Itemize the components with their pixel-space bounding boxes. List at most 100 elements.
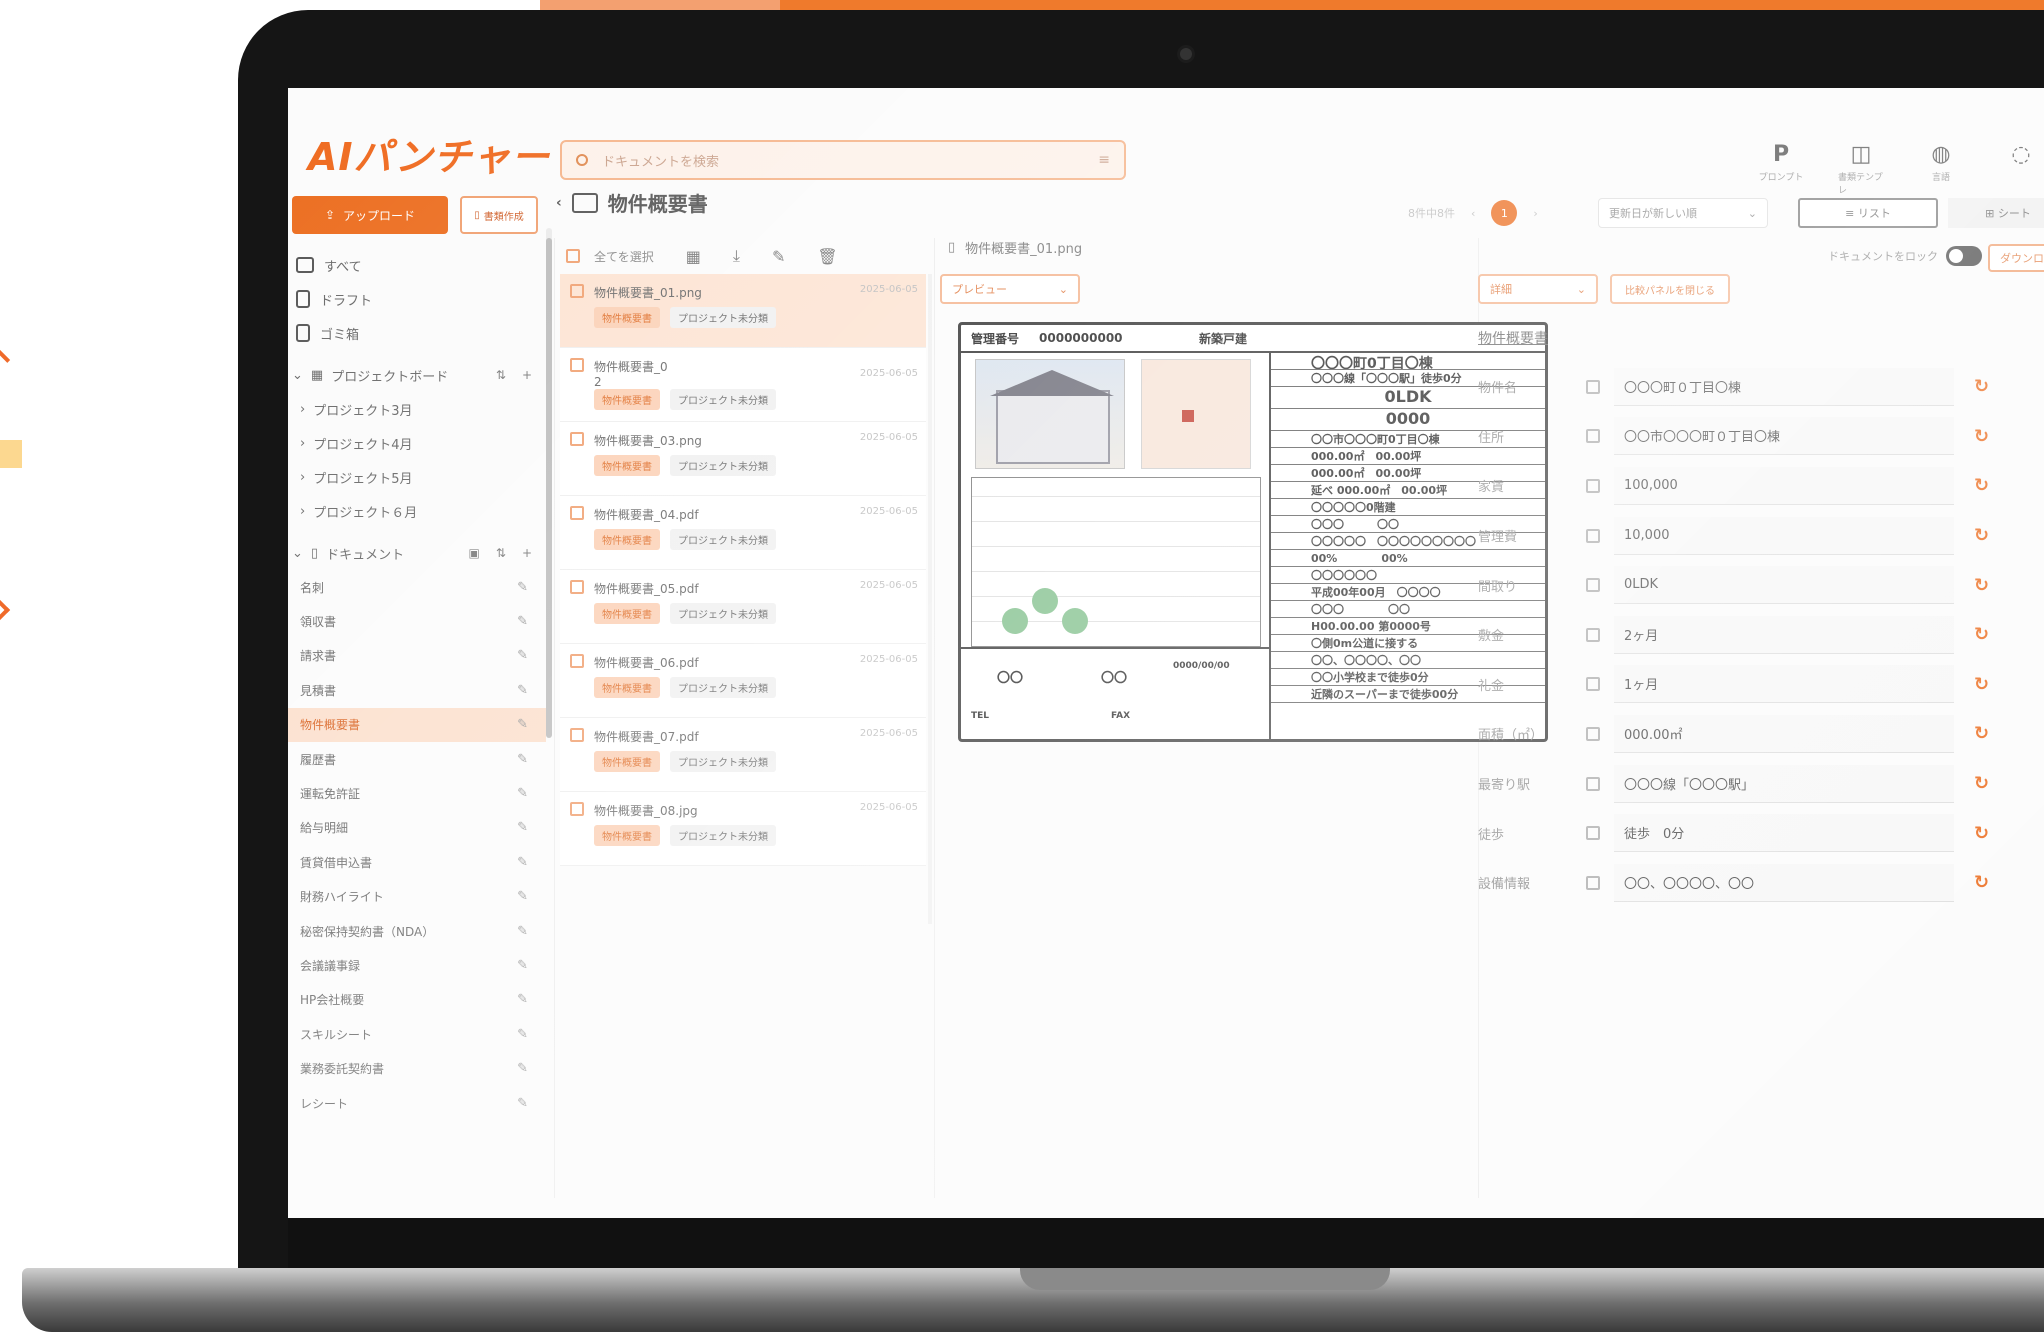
- add-icon[interactable]: +: [522, 546, 532, 560]
- refresh-icon[interactable]: ↻: [1974, 575, 1989, 596]
- scrollbar-thumb[interactable]: [546, 238, 552, 738]
- edit-icon[interactable]: ✎: [517, 614, 528, 629]
- copy-icon[interactable]: [1586, 578, 1600, 593]
- sort-select[interactable]: 更新日が新しい順 ⌄: [1598, 198, 1768, 228]
- sidebar-doc-item-active[interactable]: 物件概要書 ✎: [288, 707, 546, 742]
- view-sheet-button[interactable]: ⊞ シート: [1948, 198, 2044, 228]
- file-row[interactable]: 物件概要書_08.jpg 2025-06-05 物件概要書 プロジェクト未分類: [560, 792, 926, 866]
- file-row[interactable]: 物件概要書_07.pdf 2025-06-05 物件概要書 プロジェクト未分類: [560, 718, 926, 792]
- prev-page-icon[interactable]: ‹: [1471, 207, 1475, 220]
- edit-icon[interactable]: ✎: [517, 924, 528, 939]
- sidebar-item-draft[interactable]: ドラフト: [288, 282, 546, 316]
- refresh-icon[interactable]: ↻: [1974, 475, 1989, 496]
- create-document-button[interactable]: ▯ 書類作成: [460, 196, 538, 234]
- sidebar-doc-item[interactable]: 給与明細 ✎: [288, 811, 546, 845]
- copy-icon[interactable]: [1586, 627, 1600, 642]
- file-row[interactable]: 物件概要書_03.png 2025-06-05 物件概要書 プロジェクト未分類: [560, 422, 926, 496]
- edit-icon[interactable]: ✎: [517, 1061, 528, 1076]
- edit-icon[interactable]: ✎: [517, 752, 528, 767]
- lock-toggle[interactable]: [1946, 246, 1982, 266]
- sidebar-doc-item[interactable]: 名刺 ✎: [288, 570, 546, 604]
- language-tool[interactable]: ◍ 言語: [1918, 140, 1964, 196]
- field-value-input[interactable]: 2ヶ月: [1614, 615, 1954, 654]
- copy-icon[interactable]: [1586, 776, 1600, 791]
- file-row-selected[interactable]: 物件概要書_01.png 2025-06-05 物件概要書 プロジェクト未分類: [560, 274, 926, 348]
- preview-mode-select[interactable]: プレビュー ⌄: [940, 274, 1080, 304]
- sidebar-doc-item[interactable]: 秘密保持契約書（NDA） ✎: [288, 914, 546, 948]
- sidebar-doc-item[interactable]: 領収書 ✎: [288, 604, 546, 638]
- file-row[interactable]: 物件概要書_06.pdf 2025-06-05 物件概要書 プロジェクト未分類: [560, 644, 926, 718]
- template-tool[interactable]: ◫ 書類テンプレ: [1838, 140, 1884, 196]
- sidebar-item-project[interactable]: › プロジェクト3月: [288, 392, 546, 426]
- project-board-header[interactable]: ⌄ ▦ プロジェクトボード ⇅ +: [288, 358, 546, 392]
- edit-icon[interactable]: ✎: [517, 717, 528, 732]
- download-button[interactable]: ダウンロ: [1988, 244, 2044, 272]
- trash-icon[interactable]: 🗑: [817, 247, 837, 266]
- edit-icon[interactable]: ✎: [517, 1027, 528, 1042]
- edit-icon[interactable]: ✎: [517, 1096, 528, 1111]
- edit-icon[interactable]: ✎: [517, 992, 528, 1007]
- sidebar-doc-item[interactable]: 会議議事録 ✎: [288, 948, 546, 982]
- sidebar-doc-item[interactable]: HP会社概要 ✎: [288, 983, 546, 1017]
- documents-header[interactable]: ⌄ ▯ ドキュメント ▣ ⇅ +: [288, 536, 546, 570]
- field-value-input[interactable]: 0LDK: [1614, 566, 1954, 605]
- sidebar-doc-item[interactable]: レシート ✎: [288, 1086, 546, 1120]
- edit-icon[interactable]: ✎: [517, 889, 528, 904]
- refresh-icon[interactable]: ↻: [1974, 426, 1989, 447]
- add-icon[interactable]: +: [522, 368, 532, 382]
- edit-icon[interactable]: ✎: [517, 958, 528, 973]
- refresh-icon[interactable]: ↻: [1974, 872, 1989, 893]
- edit-icon[interactable]: ✎: [517, 820, 528, 835]
- search-menu-icon[interactable]: ≡: [1098, 152, 1110, 168]
- row-checkbox[interactable]: [570, 432, 584, 446]
- view-list-button[interactable]: ≡ リスト: [1798, 198, 1938, 228]
- edit-icon[interactable]: ✎: [517, 786, 528, 801]
- sidebar-doc-item[interactable]: スキルシート ✎: [288, 1017, 546, 1051]
- copy-icon[interactable]: [1586, 826, 1600, 841]
- refresh-icon[interactable]: ↻: [1974, 823, 1989, 844]
- edit-icon[interactable]: ✎: [517, 683, 528, 698]
- next-page-icon[interactable]: ›: [1533, 207, 1537, 220]
- back-chevron-icon[interactable]: ‹: [556, 195, 562, 211]
- sidebar-doc-item[interactable]: 見積書 ✎: [288, 673, 546, 707]
- row-checkbox[interactable]: [570, 728, 584, 742]
- search-input[interactable]: ドキュメントを検索 ≡: [560, 140, 1126, 180]
- field-value-input[interactable]: 1ヶ月: [1614, 665, 1954, 704]
- copy-icon[interactable]: [1586, 726, 1600, 741]
- field-value-input[interactable]: 100,000: [1614, 466, 1954, 505]
- detail-mode-select[interactable]: 詳細 ⌄: [1478, 274, 1598, 304]
- refresh-icon[interactable]: ↻: [1974, 525, 1989, 546]
- select-all-checkbox[interactable]: [566, 249, 580, 263]
- sidebar-item-trash[interactable]: ゴミ箱: [288, 316, 546, 350]
- grid-icon[interactable]: ▦: [686, 247, 701, 266]
- close-compare-button[interactable]: 比較パネルを閉じる: [1610, 274, 1730, 304]
- sidebar-item-project[interactable]: › プロジェクト5月: [288, 460, 546, 494]
- sidebar-scrollbar[interactable]: [546, 228, 552, 738]
- row-checkbox[interactable]: [570, 654, 584, 668]
- sidebar-doc-item[interactable]: 履歴書 ✎: [288, 742, 546, 776]
- file-row[interactable]: 物件概要書_0 2 2025-06-05 物件概要書 プロジェクト未分類: [560, 348, 926, 422]
- copy-icon[interactable]: [1586, 429, 1600, 444]
- current-page[interactable]: 1: [1491, 200, 1518, 226]
- refresh-icon[interactable]: ↻: [1974, 624, 1989, 645]
- sort-icon[interactable]: ⇅: [496, 368, 506, 382]
- copy-icon[interactable]: [1586, 528, 1600, 543]
- row-checkbox[interactable]: [570, 284, 584, 298]
- row-checkbox[interactable]: [570, 358, 584, 372]
- edit-icon[interactable]: ✎: [517, 648, 528, 663]
- upload-button[interactable]: ⇪ アップロード: [292, 196, 448, 234]
- prompt-tool[interactable]: P プロンプト: [1758, 140, 1804, 196]
- list-scrollbar[interactable]: [928, 274, 932, 924]
- field-value-input[interactable]: 〇〇、〇〇〇〇、〇〇: [1614, 863, 1954, 902]
- sidebar-item-project[interactable]: › プロジェクト６月: [288, 494, 546, 528]
- edit-icon[interactable]: ✎: [517, 855, 528, 870]
- copy-icon[interactable]: [1586, 677, 1600, 692]
- sidebar-item-all[interactable]: すべて: [288, 248, 546, 282]
- row-checkbox[interactable]: [570, 802, 584, 816]
- sidebar-doc-item[interactable]: 運転免許証 ✎: [288, 776, 546, 810]
- sidebar-doc-item[interactable]: 請求書 ✎: [288, 639, 546, 673]
- download-icon[interactable]: ⤓: [733, 246, 740, 266]
- sidebar-doc-item[interactable]: 財務ハイライト ✎: [288, 880, 546, 914]
- refresh-icon[interactable]: ↻: [1974, 773, 1989, 794]
- extra-tool[interactable]: ◌: [1998, 140, 2044, 196]
